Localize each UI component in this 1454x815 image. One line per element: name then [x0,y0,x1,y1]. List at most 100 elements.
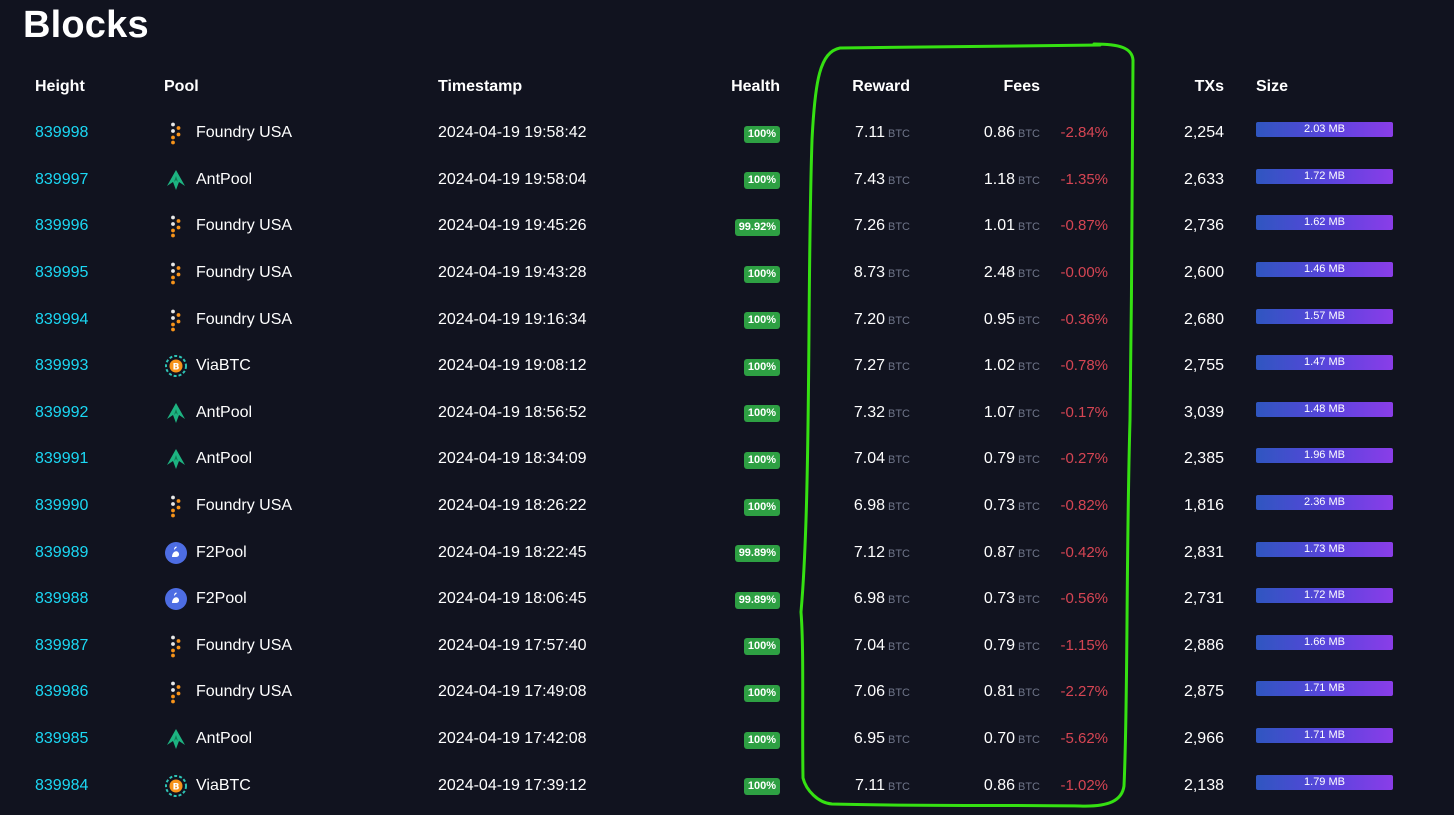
fee-delta-cell: -0.56% [1040,576,1108,623]
timestamp: 2024-04-19 19:16:34 [438,310,587,328]
block-height-link[interactable]: 839994 [35,311,88,328]
block-height-link[interactable]: 839988 [35,590,88,607]
size-cell: 2.36 MB [1224,483,1454,530]
fees-value: 0.70 [983,730,1015,748]
reward-unit: BTC [888,547,910,560]
tx-count: 2,875 [1183,683,1224,701]
column-header-fees: Fees [1003,78,1040,95]
fee-delta-cell: -1.35% [1040,157,1108,204]
block-height-link[interactable]: 839993 [35,357,88,374]
table-row: 839997 AntPool 2024-04-19 19:58:04 100% 7.43… [23,157,1454,204]
size-cell: 1.57 MB [1224,296,1454,343]
fees-value: 0.95 [983,310,1015,328]
pool-name[interactable]: Foundry USA [196,637,292,655]
pool-cell: F2Pool [164,529,438,576]
foundry-icon [164,634,188,658]
health-cell: 100% [668,716,780,763]
health-cell: 100% [668,436,780,483]
block-height-link[interactable]: 839996 [35,217,88,234]
table-row: 839984 B ViaBTC 2024-04-19 17:39:12 100% 7.11… [23,762,1454,809]
fee-delta-cell: -0.78% [1040,343,1108,390]
health-cell: 100% [668,250,780,297]
pool-cell: Foundry USA [164,623,438,670]
health-badge: 100% [743,731,780,749]
pool-name[interactable]: AntPool [196,404,252,422]
size-cell: 1.71 MB [1224,669,1454,716]
table-row: 839992 AntPool 2024-04-19 18:56:52 100% 7.32… [23,390,1454,437]
pool-name[interactable]: F2Pool [196,590,247,608]
health-cell: 100% [668,343,780,390]
pool-name[interactable]: ViaBTC [196,777,251,795]
fee-delta-cell: -0.87% [1040,203,1108,250]
pool-name[interactable]: Foundry USA [196,683,292,701]
health-badge: 99.92% [734,218,780,236]
pool-cell: Foundry USA [164,483,438,530]
f2pool-icon [164,541,188,565]
size-bar: 1.96 MB [1256,448,1393,464]
reward-value: 7.43 [853,170,885,188]
height-cell: 839985 [23,716,164,763]
fee-delta-cell: -0.36% [1040,296,1108,343]
reward-unit: BTC [888,734,910,747]
fees-unit: BTC [1018,547,1040,560]
tx-count: 2,680 [1183,310,1224,328]
table-row: 839994 Foundry USA 2024-04-19 19:16:34 100%… [23,296,1454,343]
pool-name[interactable]: AntPool [196,450,252,468]
tx-count: 2,736 [1183,217,1224,235]
fees-unit: BTC [1018,314,1040,327]
pool-name[interactable]: Foundry USA [196,264,292,282]
block-height-link[interactable]: 839992 [35,404,88,421]
block-height-link[interactable]: 839986 [35,683,88,700]
pool-name[interactable]: Foundry USA [196,497,292,515]
pool-cell: F2Pool [164,576,438,623]
fee-delta: -1.15% [1060,636,1108,654]
block-height-link[interactable]: 839985 [35,730,88,747]
block-height-link[interactable]: 839998 [35,124,88,141]
tx-count: 2,886 [1183,636,1224,654]
viabtc-icon: B [164,354,188,378]
pool-name[interactable]: Foundry USA [196,124,292,142]
fees-cell: 2.48 BTC [910,250,1040,297]
health-badge: 100% [743,498,780,516]
block-height-link[interactable]: 839989 [35,544,88,561]
height-cell: 839993 [23,343,164,390]
column-header-height: Height [35,78,85,95]
fee-delta: -2.27% [1060,683,1108,701]
block-height-link[interactable]: 839991 [35,450,88,467]
reward-unit: BTC [888,780,910,793]
size-bar: 1.46 MB [1256,262,1393,278]
tx-count: 2,831 [1183,543,1224,561]
block-height-link[interactable]: 839987 [35,637,88,654]
size-bar: 2.03 MB [1256,122,1393,138]
reward-cell: 7.12 BTC [780,529,910,576]
pool-name[interactable]: AntPool [196,171,252,189]
block-height-link[interactable]: 839997 [35,171,88,188]
fee-delta: -1.02% [1060,776,1108,794]
block-height-link[interactable]: 839984 [35,777,88,794]
svg-text:B: B [173,363,180,373]
fee-delta: -0.36% [1060,310,1108,328]
table-row: 839985 AntPool 2024-04-19 17:42:08 100% 6.95… [23,716,1454,763]
block-height-link[interactable]: 839990 [35,497,88,514]
pool-name[interactable]: ViaBTC [196,357,251,375]
pool-name[interactable]: Foundry USA [196,311,292,329]
foundry-icon [164,308,188,332]
pool-name[interactable]: AntPool [196,730,252,748]
block-height-link[interactable]: 839995 [35,264,88,281]
reward-value: 7.04 [853,450,885,468]
size-cell: 1.66 MB [1224,623,1454,670]
pool-name[interactable]: F2Pool [196,544,247,562]
reward-cell: 7.06 BTC [780,669,910,716]
pool-name[interactable]: Foundry USA [196,217,292,235]
fee-delta-cell: -1.15% [1040,623,1108,670]
reward-cell: 7.20 BTC [780,296,910,343]
pool-cell: B ViaBTC [164,343,438,390]
antpool-icon [164,401,188,425]
fees-cell: 1.18 BTC [910,157,1040,204]
fees-cell: 1.07 BTC [910,390,1040,437]
size-cell: 2.03 MB [1224,110,1454,157]
block-rows: 839998 Foundry USA 2024-04-19 19:58:42 100%… [23,110,1454,809]
size-cell: 1.72 MB [1224,157,1454,204]
reward-value: 8.73 [853,264,885,282]
health-badge: 99.89% [734,545,780,563]
